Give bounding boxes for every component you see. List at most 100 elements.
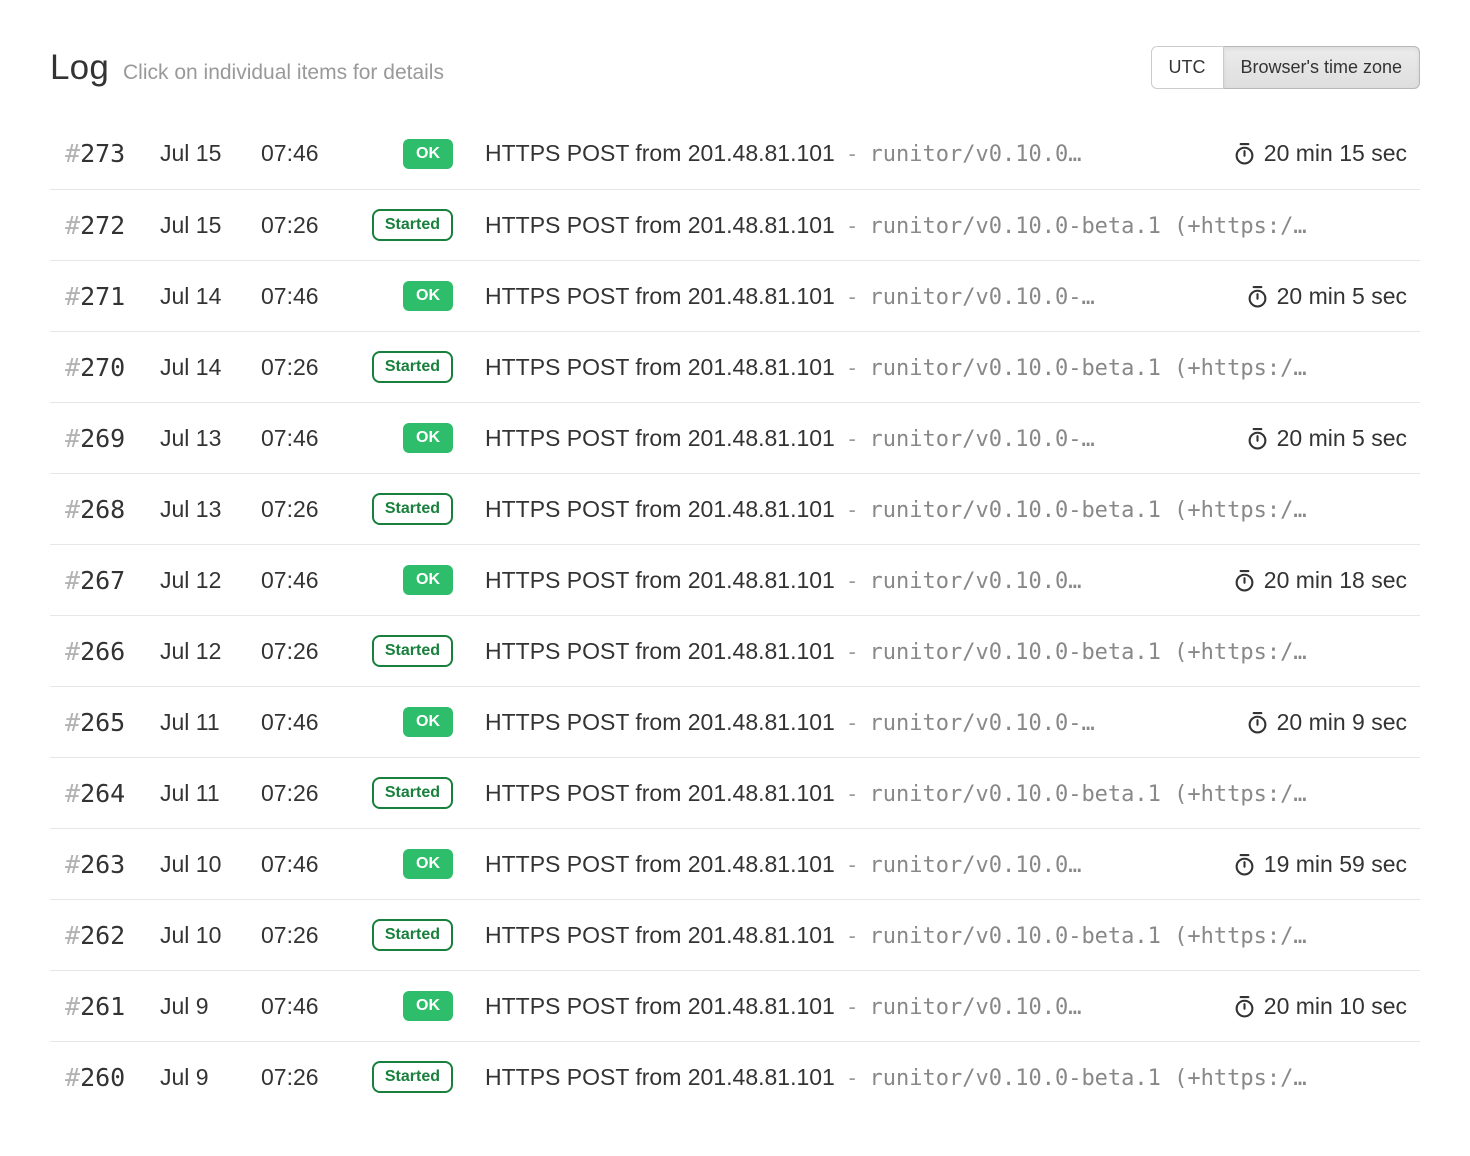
entry-separator: - [846,569,859,593]
entry-separator: - [846,782,859,806]
entry-separator: - [846,924,859,948]
entry-id-hash: # [65,921,80,950]
status-badge-cell: OK [356,565,453,595]
log-row[interactable]: #272Jul 1507:26StartedHTTPS POST from 20… [50,189,1420,260]
log-row[interactable]: #268Jul 1307:26StartedHTTPS POST from 20… [50,473,1420,544]
log-row[interactable]: #270Jul 1407:26StartedHTTPS POST from 20… [50,331,1420,402]
log-row[interactable]: #262Jul 1007:26StartedHTTPS POST from 20… [50,899,1420,970]
status-badge: OK [403,139,453,169]
entry-event: HTTPS POST from 201.48.81.101 [485,993,835,1020]
log-header: Log Click on individual items for detail… [50,0,1420,89]
entry-description: HTTPS POST from 201.48.81.101-runitor/v0… [485,212,1407,239]
entry-description: HTTPS POST from 201.48.81.101-runitor/v0… [485,993,1215,1020]
entry-date: Jul 10 [160,851,261,878]
entry-event: HTTPS POST from 201.48.81.101 [485,212,835,239]
status-badge: Started [372,635,453,667]
entry-separator: - [846,214,859,238]
entry-time: 07:46 [261,567,356,594]
entry-description: HTTPS POST from 201.48.81.101-runitor/v0… [485,709,1228,736]
entry-id-number: 261 [80,992,125,1021]
entry-id-number: 267 [80,566,125,595]
timezone-option-browser-s-time-zone[interactable]: Browser's time zone [1224,46,1421,89]
entry-date: Jul 9 [160,993,261,1020]
entry-id-hash: # [65,992,80,1021]
entry-separator: - [846,498,859,522]
entry-id-number: 271 [80,282,125,311]
status-badge-cell: Started [356,1061,453,1093]
entry-duration: 20 min 10 sec [1233,993,1407,1020]
log-row[interactable]: #267Jul 1207:46OKHTTPS POST from 201.48.… [50,544,1420,615]
entry-id-hash: # [65,779,80,808]
log-row[interactable]: #260Jul 907:26StartedHTTPS POST from 201… [50,1041,1420,1112]
stopwatch-icon [1233,995,1256,1018]
status-badge-cell: OK [356,849,453,879]
duration-text: 20 min 15 sec [1264,140,1407,167]
duration-text: 20 min 9 sec [1277,709,1407,736]
log-row[interactable]: #261Jul 907:46OKHTTPS POST from 201.48.8… [50,970,1420,1041]
entry-event: HTTPS POST from 201.48.81.101 [485,425,835,452]
entry-separator: - [846,356,859,380]
entry-separator: - [846,285,859,309]
entry-id-hash: # [65,566,80,595]
entry-id-number: 266 [80,637,125,666]
entry-description: HTTPS POST from 201.48.81.101-runitor/v0… [485,354,1407,381]
entry-user-agent: runitor/v0.10.0-beta.1 (+https:/… [870,924,1307,949]
log-row[interactable]: #271Jul 1407:46OKHTTPS POST from 201.48.… [50,260,1420,331]
log-row[interactable]: #263Jul 1007:46OKHTTPS POST from 201.48.… [50,828,1420,899]
entry-id-number: 273 [80,139,125,168]
entry-date: Jul 12 [160,567,261,594]
entry-time: 07:26 [261,496,356,523]
status-badge: OK [403,991,453,1021]
entry-id: #268 [65,495,160,524]
entry-id: #263 [65,850,160,879]
entry-time: 07:26 [261,1064,356,1091]
timezone-option-utc[interactable]: UTC [1151,46,1224,89]
entry-duration: 20 min 5 sec [1246,425,1407,452]
entry-event: HTTPS POST from 201.48.81.101 [485,922,835,949]
entry-id: #264 [65,779,160,808]
entry-event: HTTPS POST from 201.48.81.101 [485,780,835,807]
entry-time: 07:26 [261,212,356,239]
title-group: Log Click on individual items for detail… [50,48,444,88]
entry-id-hash: # [65,282,80,311]
entry-description: HTTPS POST from 201.48.81.101-runitor/v0… [485,851,1215,878]
log-row[interactable]: #264Jul 1107:26StartedHTTPS POST from 20… [50,757,1420,828]
entry-duration: 20 min 9 sec [1246,709,1407,736]
entry-id: #266 [65,637,160,666]
duration-text: 19 min 59 sec [1264,851,1407,878]
entry-date: Jul 10 [160,922,261,949]
log-row[interactable]: #273Jul 1507:46OKHTTPS POST from 201.48.… [50,118,1420,189]
entry-time: 07:26 [261,780,356,807]
stopwatch-icon [1246,711,1269,734]
entry-time: 07:46 [261,140,356,167]
entry-separator: - [846,711,859,735]
status-badge: OK [403,849,453,879]
entry-id-number: 270 [80,353,125,382]
page-title: Log [50,48,109,88]
log-row[interactable]: #269Jul 1307:46OKHTTPS POST from 201.48.… [50,402,1420,473]
status-badge-cell: Started [356,919,453,951]
entry-event: HTTPS POST from 201.48.81.101 [485,638,835,665]
entry-date: Jul 11 [160,780,261,807]
stopwatch-icon [1246,427,1269,450]
entry-id: #271 [65,282,160,311]
entry-id-number: 260 [80,1063,125,1092]
log-row[interactable]: #265Jul 1107:46OKHTTPS POST from 201.48.… [50,686,1420,757]
entry-date: Jul 9 [160,1064,261,1091]
page-subtitle: Click on individual items for details [123,61,444,85]
status-badge: OK [403,707,453,737]
entry-user-agent: runitor/v0.10.0… [870,995,1082,1020]
status-badge-cell: Started [356,635,453,667]
entry-user-agent: runitor/v0.10.0… [870,142,1082,167]
entry-id-number: 272 [80,211,125,240]
entry-description: HTTPS POST from 201.48.81.101-runitor/v0… [485,638,1407,665]
entry-description: HTTPS POST from 201.48.81.101-runitor/v0… [485,496,1407,523]
entry-separator: - [846,1066,859,1090]
entry-id: #262 [65,921,160,950]
entry-id: #265 [65,708,160,737]
entry-id-hash: # [65,850,80,879]
entry-date: Jul 13 [160,496,261,523]
entry-id-hash: # [65,708,80,737]
entry-id-number: 262 [80,921,125,950]
log-row[interactable]: #266Jul 1207:26StartedHTTPS POST from 20… [50,615,1420,686]
